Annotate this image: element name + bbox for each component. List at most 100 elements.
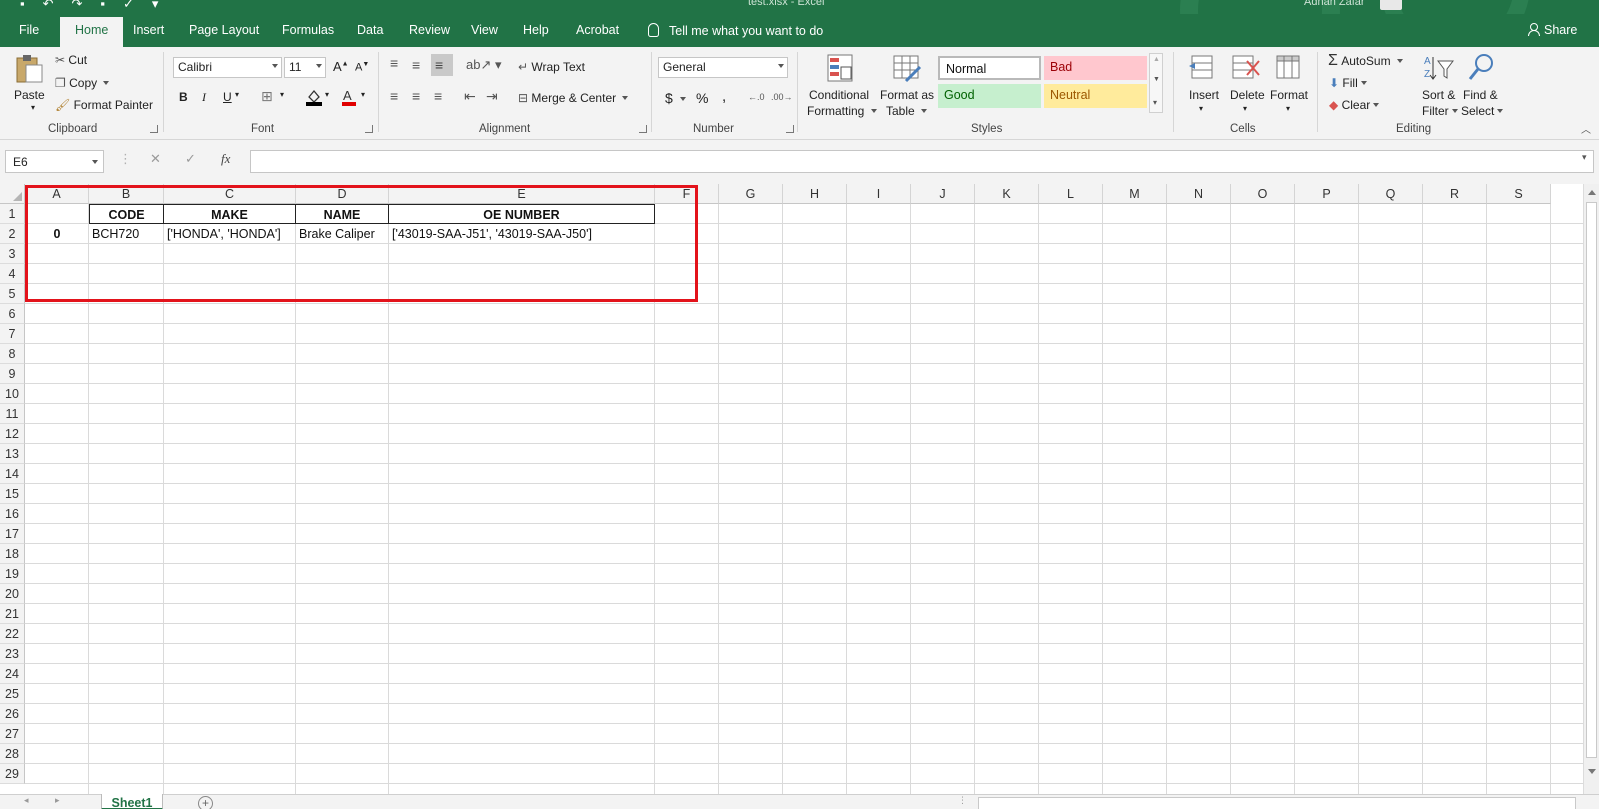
row-header-4[interactable]: 4 — [0, 264, 25, 284]
spreadsheet-grid[interactable]: ABCDEFGHIJKLMNOPQRS 1 2 3 4 5 6 7 8 9 10 11 12 13 14 1… — [0, 184, 1583, 794]
borders-icon[interactable]: ⊞ — [261, 88, 273, 105]
row-header-2[interactable]: 2 — [0, 224, 25, 244]
font-launcher-icon[interactable] — [365, 125, 373, 133]
row-header-25[interactable]: 25 — [0, 684, 25, 704]
format-as-table-button-line2[interactable]: Table — [886, 104, 928, 118]
row-header-28[interactable]: 28 — [0, 744, 25, 764]
row-header-16[interactable]: 16 — [0, 504, 25, 524]
scroll-down-icon[interactable] — [1588, 769, 1596, 774]
column-header-k[interactable]: K — [975, 184, 1039, 204]
sort-filter-button[interactable]: Sort & — [1422, 88, 1455, 102]
tab-help[interactable]: Help — [523, 23, 549, 37]
row-header-26[interactable]: 26 — [0, 704, 25, 724]
paste-dropdown[interactable]: ▾ — [31, 103, 35, 112]
style-bad[interactable]: Bad — [1044, 56, 1147, 80]
row-header-18[interactable]: 18 — [0, 544, 25, 564]
row-header-5[interactable]: 5 — [0, 284, 25, 304]
column-header-g[interactable]: G — [719, 184, 783, 204]
fill-color-icon[interactable] — [305, 88, 323, 106]
format-dropdown[interactable]: ▾ — [1286, 104, 1290, 113]
delete-dropdown[interactable]: ▾ — [1243, 104, 1247, 113]
find-select-button[interactable]: Find & — [1463, 88, 1498, 102]
paste-button[interactable]: Paste — [14, 88, 45, 102]
increase-font-icon[interactable]: A▲ — [333, 59, 349, 74]
italic-button[interactable]: I — [202, 90, 206, 105]
align-right-icon[interactable]: ≡ — [434, 88, 442, 104]
row-header-15[interactable]: 15 — [0, 484, 25, 504]
expand-formula-icon[interactable]: ▾ — [1582, 152, 1587, 163]
sheet-tab-sheet1[interactable]: Sheet1 — [101, 794, 163, 809]
bottom-align-icon[interactable]: ≡ — [431, 54, 453, 76]
row-header-29[interactable]: 29 — [0, 764, 25, 784]
number-launcher-icon[interactable] — [786, 125, 794, 133]
copy-button[interactable]: ❐ Copy — [55, 76, 110, 90]
clipboard-launcher-icon[interactable] — [150, 125, 158, 133]
avatar[interactable] — [1380, 0, 1402, 10]
align-left-icon[interactable]: ≡ — [390, 88, 398, 104]
conditional-formatting-button-line2[interactable]: Formatting — [807, 104, 877, 118]
tab-acrobat[interactable]: Acrobat — [576, 23, 619, 37]
row-header-11[interactable]: 11 — [0, 404, 25, 424]
fill-button[interactable]: ⬇ Fill — [1329, 76, 1367, 90]
font-size-select[interactable]: 11 — [284, 57, 326, 78]
styles-scroll[interactable]: ▲ ▼ ▾ — [1149, 53, 1163, 113]
row-header-14[interactable]: 14 — [0, 464, 25, 484]
alignment-launcher-icon[interactable] — [639, 125, 647, 133]
percent-button[interactable]: % — [696, 90, 708, 106]
horizontal-scrollbar[interactable] — [978, 797, 1576, 809]
collapse-ribbon-icon[interactable]: ︿ — [1581, 121, 1591, 136]
format-as-table-button[interactable]: Format as — [880, 88, 934, 102]
tab-home[interactable]: Home — [60, 17, 124, 47]
row-header-10[interactable]: 10 — [0, 384, 25, 404]
fill-color-dropdown[interactable]: ▾ — [325, 90, 329, 99]
column-header-i[interactable]: I — [847, 184, 911, 204]
format-painter-button[interactable]: 🖌 Format Painter — [55, 98, 153, 112]
row-header-19[interactable]: 19 — [0, 564, 25, 584]
user-name[interactable]: Adnan Zafar — [1304, 0, 1365, 8]
sort-filter-button-line2[interactable]: Filter — [1422, 104, 1458, 118]
row-header-9[interactable]: 9 — [0, 364, 25, 384]
tab-file[interactable]: File — [19, 23, 39, 37]
column-header-r[interactable]: R — [1423, 184, 1487, 204]
row-header-27[interactable]: 27 — [0, 724, 25, 744]
tab-review[interactable]: Review — [409, 23, 450, 37]
tell-me-search[interactable]: Tell me what you want to do — [648, 23, 823, 38]
column-header-h[interactable]: H — [783, 184, 847, 204]
font-color-dropdown[interactable]: ▾ — [361, 90, 365, 99]
row-header-12[interactable]: 12 — [0, 424, 25, 444]
row-header-6[interactable]: 6 — [0, 304, 25, 324]
decrease-indent-icon[interactable]: ⇤ — [464, 88, 476, 105]
quick-access-toolbar[interactable]: ▪↶↷▪✓▾ — [20, 0, 176, 12]
scroll-thumb[interactable] — [1586, 202, 1597, 758]
bold-button[interactable]: B — [179, 90, 188, 104]
wrap-text-button[interactable]: ↵ Wrap Text — [518, 60, 585, 74]
autosum-button[interactable]: Σ AutoSum — [1328, 52, 1403, 70]
name-box[interactable]: E6 — [5, 150, 104, 173]
merge-center-button[interactable]: ⊟ Merge & Center — [518, 91, 629, 105]
cancel-icon[interactable]: ✕ — [150, 151, 161, 167]
sheet-nav-next-icon[interactable]: ▸ — [55, 795, 60, 806]
currency-button[interactable]: $ — [665, 90, 686, 106]
decrease-decimal-icon[interactable]: .00→ — [771, 92, 793, 102]
share-button[interactable]: Share — [1528, 23, 1577, 37]
row-header-17[interactable]: 17 — [0, 524, 25, 544]
row-header-24[interactable]: 24 — [0, 664, 25, 684]
row-header-1[interactable]: 1 — [0, 204, 25, 224]
middle-align-icon[interactable]: ≡ — [412, 57, 420, 73]
row-header-21[interactable]: 21 — [0, 604, 25, 624]
column-header-m[interactable]: M — [1103, 184, 1167, 204]
tab-view[interactable]: View — [471, 23, 498, 37]
increase-decimal-icon[interactable]: ←.0 — [748, 92, 765, 102]
font-color-icon[interactable]: A — [341, 88, 357, 106]
sheet-nav-prev-icon[interactable]: ◂ — [24, 795, 29, 806]
tab-insert[interactable]: Insert — [133, 23, 164, 37]
formula-input[interactable] — [250, 150, 1594, 173]
borders-dropdown[interactable]: ▾ — [280, 90, 284, 99]
row-header-8[interactable]: 8 — [0, 344, 25, 364]
font-name-select[interactable]: Calibri — [173, 57, 282, 78]
decrease-font-icon[interactable]: A▼ — [355, 61, 369, 74]
style-good[interactable]: Good — [938, 84, 1041, 108]
style-neutral[interactable]: Neutral — [1044, 84, 1147, 108]
row-header-3[interactable]: 3 — [0, 244, 25, 264]
orientation-icon[interactable]: ab↗ ▾ — [466, 57, 502, 73]
